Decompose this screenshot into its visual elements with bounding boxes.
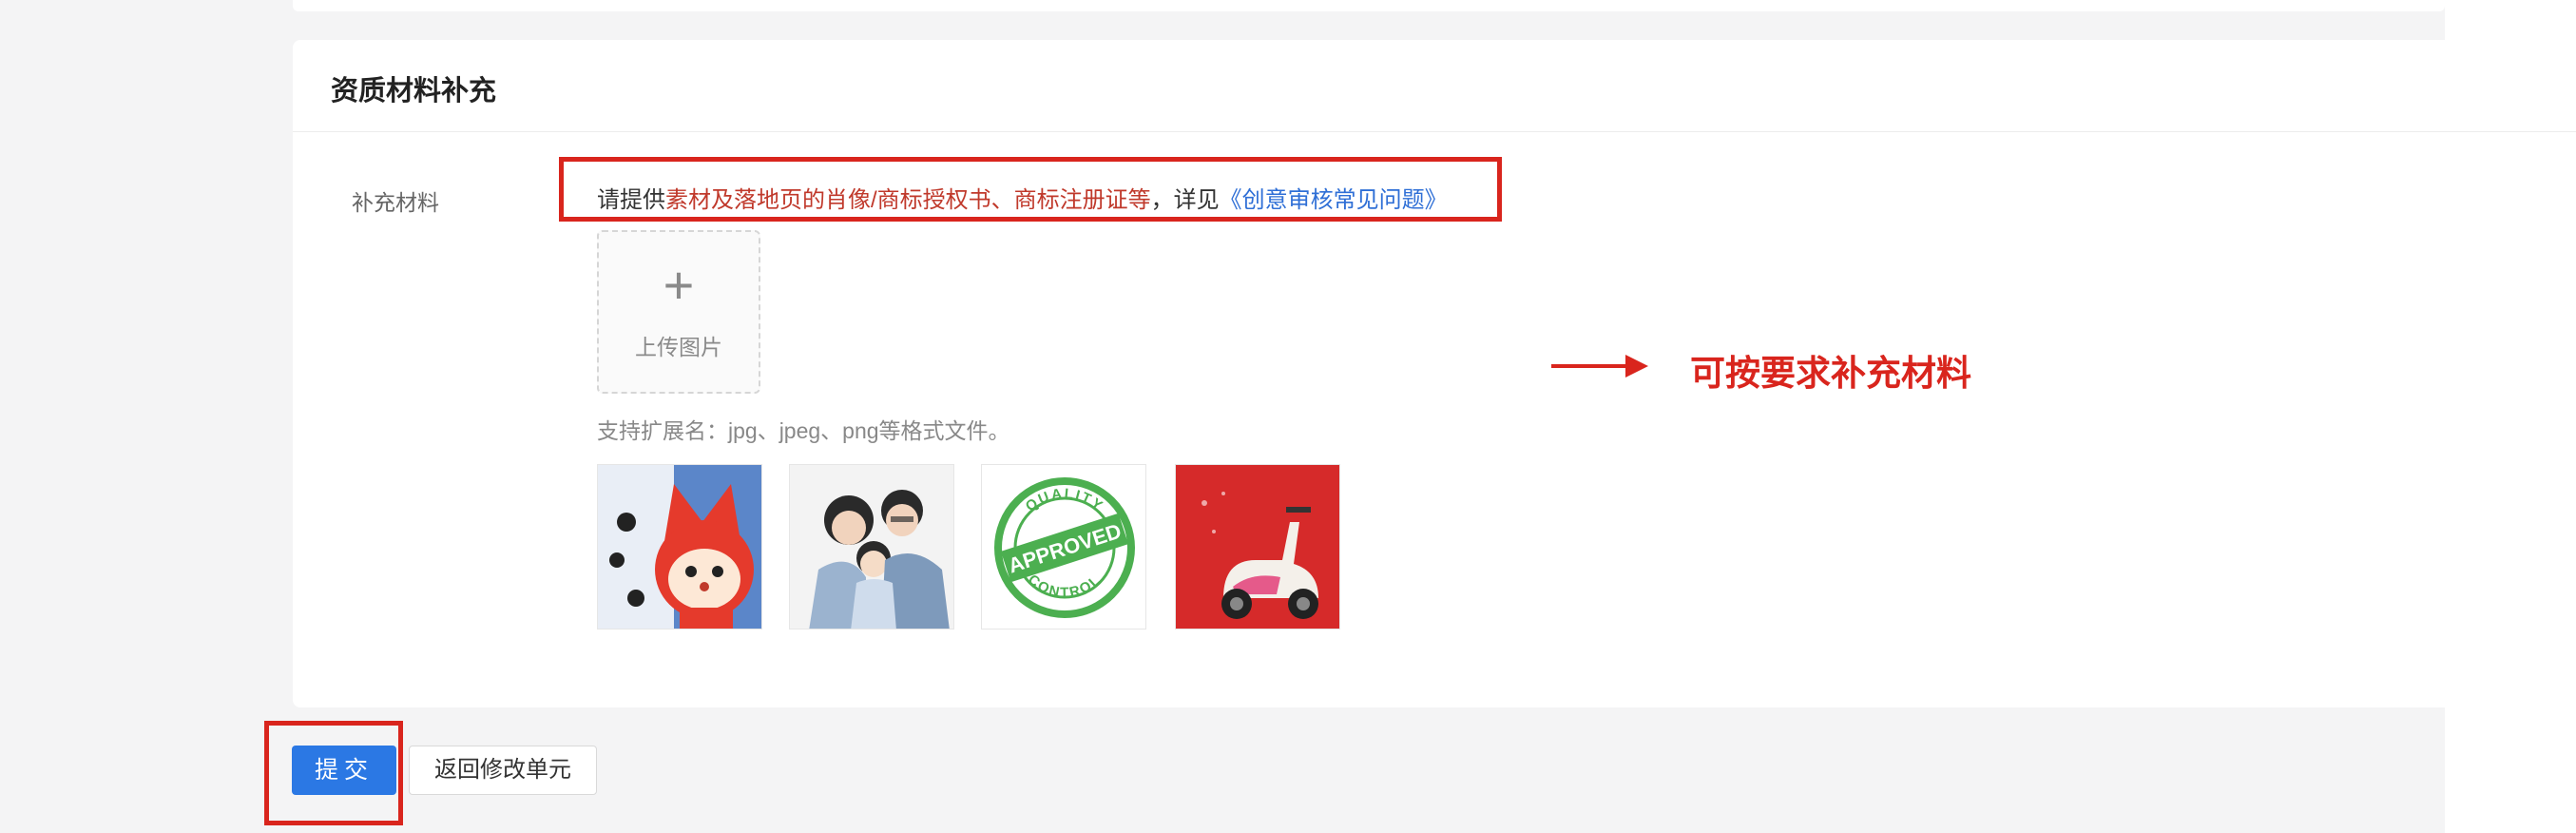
quality-approved-stamp-image[interactable]: QUALITY CONTROL APPROVED	[981, 464, 1146, 630]
submit-highlight-box	[264, 721, 403, 825]
hint-highlight-box	[559, 157, 1502, 222]
annotation: 可按要求补充材料	[1551, 342, 1989, 393]
section-title: 资质材料补充	[331, 76, 497, 107]
arrow-right-icon	[1551, 355, 1648, 378]
previous-card	[293, 0, 2445, 11]
format-hint: 支持扩展名：jpg、jpeg、png等格式文件。	[597, 418, 1010, 443]
upload-image-button[interactable]: + 上传图片	[597, 230, 760, 394]
back-to-edit-button[interactable]: 返回修改单元	[409, 746, 597, 795]
family-photo-image[interactable]	[789, 464, 954, 630]
annotation-text: 可按要求补充材料	[1690, 354, 1971, 393]
cartoon-fox-image[interactable]	[597, 464, 762, 630]
section-divider	[293, 131, 2576, 132]
scooter-photo-image[interactable]	[1175, 464, 1340, 630]
field-label: 补充材料	[352, 190, 439, 215]
plus-icon: +	[663, 255, 695, 315]
upload-label: 上传图片	[635, 335, 722, 359]
